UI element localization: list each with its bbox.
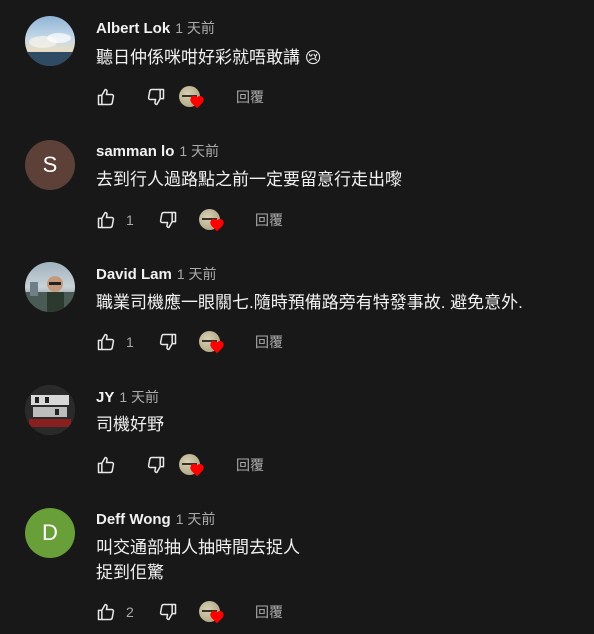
avatar-image — [25, 33, 75, 66]
thumbs-down-icon[interactable] — [158, 332, 178, 352]
comment-text: 職業司機應一眼關七.隨時預備路旁有特發事故. 避免意外. — [96, 290, 523, 315]
thumbs-up-icon[interactable] — [96, 602, 116, 622]
heart-icon — [190, 464, 204, 477]
like-count: 2 — [126, 604, 134, 620]
avatar[interactable]: D — [25, 508, 75, 558]
creator-heart-icon — [199, 330, 229, 354]
thumbs-up-icon[interactable] — [96, 87, 116, 107]
creator-heart-icon — [199, 600, 229, 624]
comment-actions: 回覆 — [96, 85, 264, 109]
avatar-image — [25, 385, 75, 435]
author-name[interactable]: JY — [96, 389, 114, 406]
creator-heart-icon — [179, 453, 209, 477]
creator-heart-icon — [179, 85, 209, 109]
comment-actions: 1 回覆 — [96, 208, 283, 232]
comment-time[interactable]: 1 天前 — [119, 387, 159, 407]
thumbs-up-icon[interactable] — [96, 332, 116, 352]
thumbs-up-icon[interactable] — [96, 455, 116, 475]
comment-actions: 1 回覆 — [96, 330, 283, 354]
comment-text: 叫交通部抽人抽時間去捉人 捉到佢驚 — [96, 535, 300, 585]
avatar[interactable] — [25, 16, 75, 66]
reply-button[interactable]: 回覆 — [236, 87, 264, 107]
heart-icon — [210, 219, 224, 232]
comment-time[interactable]: 1 天前 — [175, 18, 215, 38]
avatar[interactable] — [25, 262, 75, 312]
avatar-image — [25, 276, 75, 312]
thumbs-down-icon[interactable] — [146, 455, 166, 475]
comment-text-line: 司機好野 — [96, 415, 164, 434]
comment-header: Albert Lok 1 天前 — [96, 18, 215, 38]
comment-text-line: 聽日仲係咪咁好彩就唔敢講 — [96, 48, 300, 67]
comment-time[interactable]: 1 天前 — [176, 509, 216, 529]
comment-actions: 回覆 — [96, 453, 264, 477]
creator-heart-icon — [199, 208, 229, 232]
avatar[interactable] — [25, 385, 75, 435]
heart-icon — [210, 611, 224, 624]
author-name[interactable]: Deff Wong — [96, 511, 171, 528]
avatar-letter: S — [42, 152, 58, 177]
thumbs-up-icon[interactable] — [96, 210, 116, 230]
crying-emoji: 😢 — [304, 50, 322, 67]
author-name[interactable]: Albert Lok — [96, 20, 170, 37]
comment-header: JY 1 天前 — [96, 387, 159, 407]
comment-time[interactable]: 1 天前 — [179, 141, 219, 161]
comment-header: David Lam 1 天前 — [96, 264, 217, 284]
comment-text-line: 叫交通部抽人抽時間去捉人 — [96, 538, 300, 557]
comment-text: 聽日仲係咪咁好彩就唔敢講 😢 — [96, 45, 321, 71]
heart-icon — [190, 96, 204, 109]
reply-button[interactable]: 回覆 — [255, 332, 283, 352]
comment-list: Albert Lok 1 天前 聽日仲係咪咁好彩就唔敢講 😢 回覆 S samm… — [0, 0, 594, 634]
comment-actions: 2 回覆 — [96, 600, 283, 624]
reply-button[interactable]: 回覆 — [255, 210, 283, 230]
thumbs-down-icon[interactable] — [158, 210, 178, 230]
like-count: 1 — [126, 212, 134, 228]
comment-text-line: 去到行人過路點之前一定要留意行走出嚟 — [96, 170, 402, 189]
reply-button[interactable]: 回覆 — [236, 455, 264, 475]
thumbs-down-icon[interactable] — [158, 602, 178, 622]
comment-time[interactable]: 1 天前 — [177, 264, 217, 284]
like-count: 1 — [126, 334, 134, 350]
comment-text-line: 職業司機應一眼關七.隨時預備路旁有特發事故. 避免意外. — [96, 293, 523, 312]
author-name[interactable]: samman lo — [96, 143, 174, 160]
avatar-letter: D — [42, 520, 58, 545]
comment-header: Deff Wong 1 天前 — [96, 509, 215, 529]
comment-text: 去到行人過路點之前一定要留意行走出嚟 — [96, 167, 402, 192]
comment-text-line: 捉到佢驚 — [96, 563, 164, 582]
comment-header: samman lo 1 天前 — [96, 141, 219, 161]
author-name[interactable]: David Lam — [96, 266, 172, 283]
heart-icon — [210, 341, 224, 354]
thumbs-down-icon[interactable] — [146, 87, 166, 107]
avatar[interactable]: S — [25, 140, 75, 190]
comment-text: 司機好野 — [96, 412, 164, 437]
reply-button[interactable]: 回覆 — [255, 602, 283, 622]
